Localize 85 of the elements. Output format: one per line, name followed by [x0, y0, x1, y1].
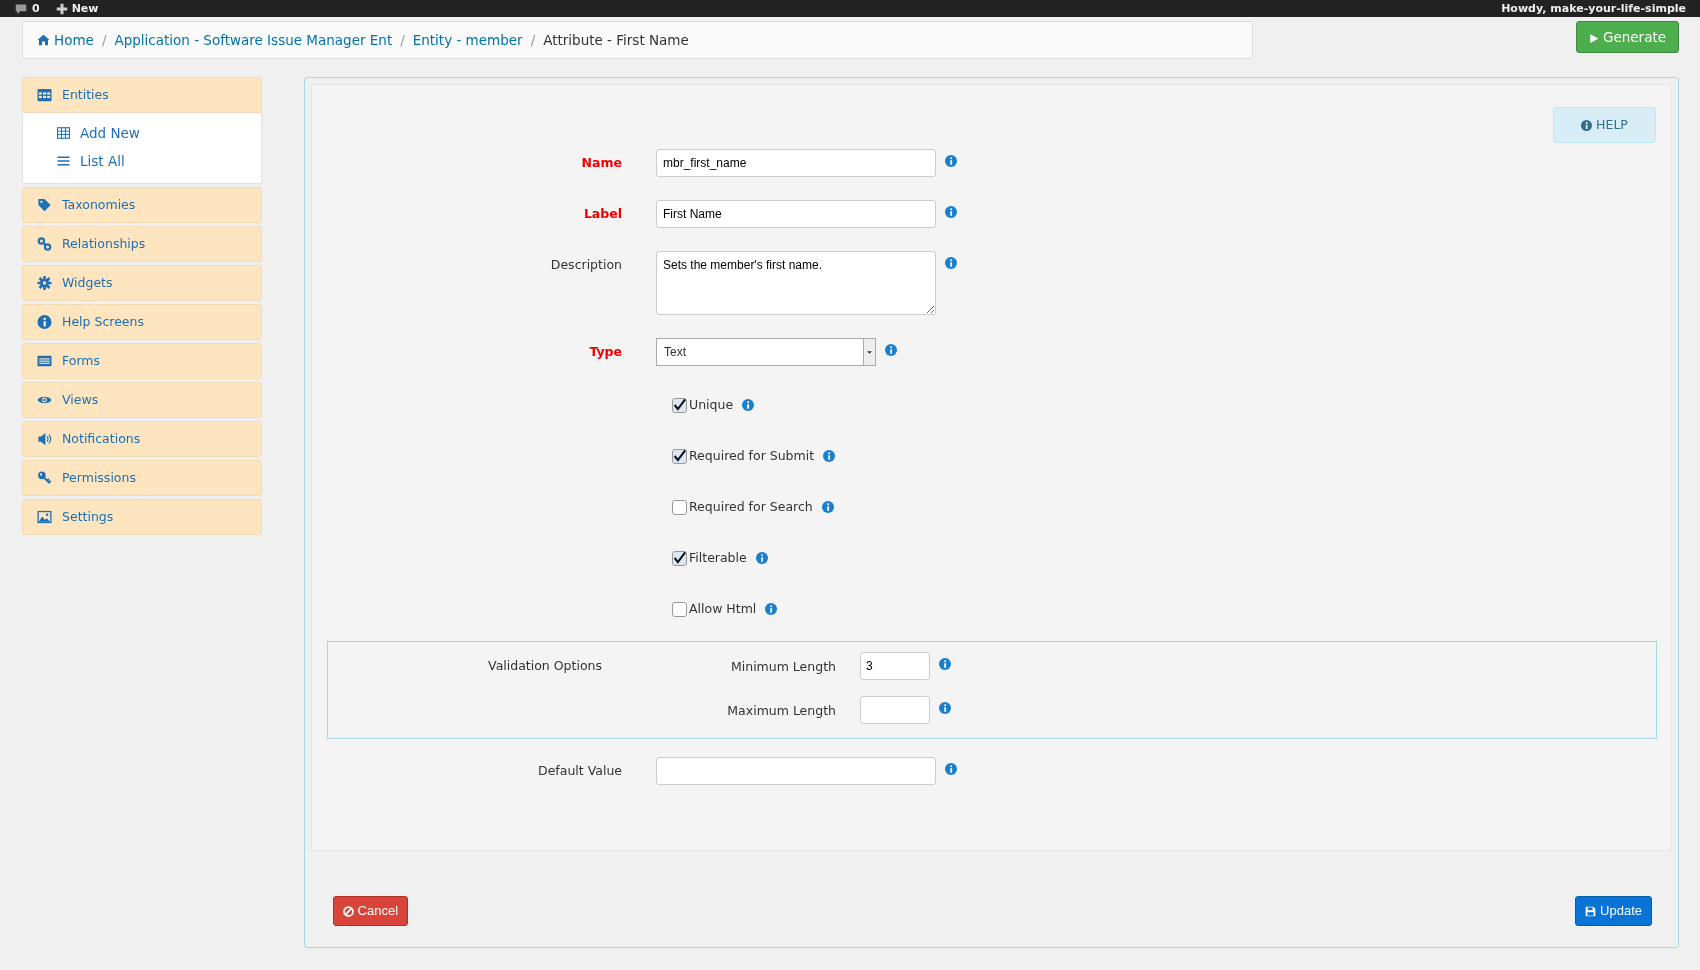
new-link[interactable]: New: [71, 2, 99, 15]
info-icon: [1581, 119, 1593, 131]
check-icon: [673, 449, 686, 463]
info-icon: [885, 344, 897, 356]
checkbox-label: Allow Html: [689, 599, 757, 618]
field-label: Name: [580, 154, 623, 172]
info-icon: [823, 450, 836, 462]
sidebar-icon: [37, 276, 52, 290]
info-icon: [742, 399, 755, 411]
text-field[interactable]: [656, 757, 936, 785]
sidebar-icon: [37, 237, 52, 251]
checkbox-label: Required for Submit: [689, 446, 815, 465]
info-icon: [755, 552, 768, 564]
sidebar-item[interactable]: Views: [22, 382, 262, 418]
sidebar-item[interactable]: Widgets: [22, 265, 262, 301]
submenu-item[interactable]: Add New: [57, 119, 261, 147]
sidebar-icon: [37, 198, 52, 212]
ban-icon: [343, 906, 354, 918]
separator-text: /: [530, 30, 536, 50]
sidebar-icon: [37, 88, 52, 102]
info-icon: [945, 206, 957, 218]
info-icon: [765, 603, 778, 615]
field-label: Type: [588, 343, 623, 361]
sidebar-icon: [37, 354, 52, 368]
section-label: Validation Options: [487, 657, 603, 675]
field-label: Description: [549, 256, 623, 274]
checkbox[interactable]: [672, 601, 687, 617]
separator-text: /: [400, 30, 405, 50]
field-label: Minimum Length: [729, 658, 837, 676]
sidebar-item[interactable]: Relationships: [22, 226, 262, 262]
info-icon: [821, 501, 834, 513]
checkbox[interactable]: [672, 499, 687, 515]
sidebar-item[interactable]: Permissions: [22, 460, 262, 496]
update-button[interactable]: Update: [1575, 896, 1652, 926]
breadcrumb-item[interactable]: Application - Software Issue Manager Ent: [114, 29, 393, 51]
comment-icon: [14, 2, 28, 15]
checkbox[interactable]: [672, 448, 687, 464]
list-icon: [57, 155, 70, 167]
text-field[interactable]: mbr_first_name: [656, 149, 936, 177]
checkbox-label: Unique: [689, 395, 734, 414]
home-icon: [37, 34, 50, 46]
submenu-item[interactable]: List All: [57, 147, 261, 175]
grid-icon: [57, 127, 70, 139]
text-field[interactable]: First Name: [656, 200, 936, 228]
caret-icon: [866, 349, 873, 355]
sidebar-icon: [37, 432, 52, 446]
type-dropdown[interactable]: Text: [656, 338, 876, 366]
sidebar-item[interactable]: Notifications: [22, 421, 262, 457]
info-icon: [939, 658, 951, 670]
checkbox[interactable]: [672, 397, 687, 413]
help-button[interactable]: HELP: [1553, 107, 1656, 143]
info-icon: [945, 155, 957, 167]
plus-icon: [55, 2, 68, 15]
field-label: Maximum Length: [726, 702, 837, 720]
play-icon: [1588, 32, 1599, 44]
field-label: Default Value: [537, 762, 623, 780]
number-field[interactable]: 3: [860, 652, 930, 680]
save-icon: [1585, 906, 1597, 918]
breadcrumb-item[interactable]: Home: [37, 29, 94, 51]
sidebar-icon: [37, 510, 52, 524]
breadcrumb-item[interactable]: Entity - member: [412, 29, 523, 51]
sidebar-item[interactable]: Settings: [22, 499, 262, 535]
generate-button[interactable]: Generate: [1575, 21, 1679, 54]
info-icon: [945, 763, 957, 775]
checkbox-label: Required for Search: [689, 497, 813, 516]
description-field[interactable]: Sets the member's first name.: [656, 251, 936, 315]
checkbox-label: Filterable: [689, 548, 747, 567]
comment-count: 0: [32, 2, 40, 15]
checkbox[interactable]: [672, 550, 687, 566]
sidebar-icon: [37, 315, 52, 329]
breadcrumb-item: Attribute - First Name: [543, 30, 689, 50]
cancel-button[interactable]: Cancel: [333, 896, 409, 926]
sidebar-icon: [37, 471, 52, 485]
check-icon: [673, 398, 686, 412]
field-label: Label: [582, 205, 623, 223]
info-icon: [939, 702, 951, 714]
number-field[interactable]: [860, 696, 930, 724]
sidebar-item[interactable]: Taxonomies: [22, 187, 262, 223]
check-icon: [673, 551, 686, 565]
separator-text: /: [101, 30, 107, 50]
greeting-text[interactable]: Howdy, make-your-life-simple: [1501, 2, 1686, 15]
sidebar-item[interactable]: Help Screens: [22, 304, 262, 340]
sidebar-item[interactable]: Forms: [22, 343, 262, 379]
sidebar-item[interactable]: Entities: [22, 77, 262, 113]
info-icon: [945, 257, 957, 269]
